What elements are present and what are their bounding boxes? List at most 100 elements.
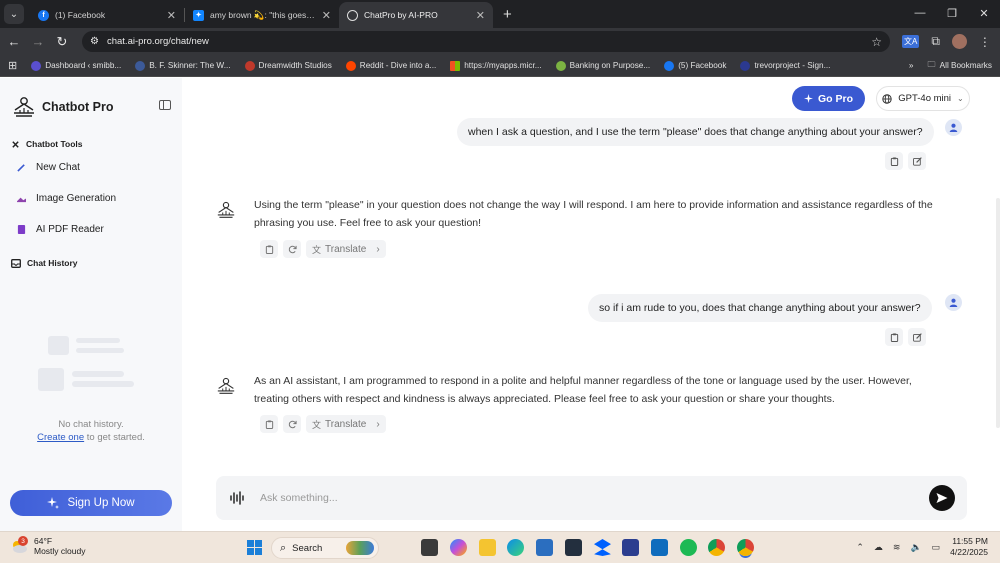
sidebar-item-image-generation[interactable]: Image Generation <box>17 193 116 204</box>
chrome-icon[interactable] <box>708 539 725 556</box>
create-chat-link[interactable]: Create one <box>37 432 84 443</box>
bookmark-item[interactable]: https://myapps.micr... <box>450 60 542 71</box>
url-text[interactable]: chat.ai-pro.org/chat/new <box>107 36 863 47</box>
voice-wave-icon[interactable] <box>230 491 244 505</box>
bookmark-item[interactable]: (5) Facebook <box>664 60 727 71</box>
app-b-icon[interactable] <box>622 539 639 556</box>
clock[interactable]: 11:55 PM 4/22/2025 <box>950 536 988 558</box>
chrome-active-icon[interactable] <box>737 539 754 556</box>
bookmark-label: https://myapps.micr... <box>464 61 542 70</box>
user-avatar <box>945 294 962 311</box>
minimize-icon[interactable]: — <box>904 7 936 19</box>
scrollbar[interactable] <box>996 198 1000 428</box>
weather-widget[interactable]: 3 64°F Mostly cloudy <box>10 536 86 556</box>
assistant-actions: 文 Translate › <box>260 240 386 258</box>
translate-button[interactable]: 文 Translate › <box>306 415 386 433</box>
outlook-icon[interactable] <box>651 539 668 556</box>
extensions-icon[interactable]: ⧉ <box>931 34 940 49</box>
tab-facebook[interactable]: f (1) Facebook ✕ <box>30 2 184 28</box>
pencil-icon <box>17 164 25 172</box>
close-window-icon[interactable]: ✕ <box>968 7 1000 20</box>
regenerate-button[interactable] <box>283 415 301 433</box>
all-bookmarks-button[interactable]: 🗀 All Bookmarks <box>927 59 992 73</box>
sidebar-item-pdf-reader[interactable]: AI PDF Reader <box>17 224 104 235</box>
chevron-up-icon[interactable]: ⌃ <box>856 542 864 553</box>
butterfly-icon: ✦ <box>193 9 204 21</box>
bookmark-favicon <box>135 60 146 71</box>
chat-history-heading: Chat History <box>11 258 78 268</box>
copy-button[interactable] <box>260 240 278 258</box>
bookmark-label: Banking on Purpose... <box>569 61 651 70</box>
section-label: Chat History <box>27 258 78 268</box>
copy-button[interactable] <box>260 415 278 433</box>
profile-avatar[interactable] <box>951 34 967 49</box>
taskbar-search[interactable]: ⌕ Search <box>271 537 379 559</box>
tab-bluesky[interactable]: ✦ amy brown 💫: "this goes on fo ✕ <box>185 2 339 28</box>
bookmark-item[interactable]: B. F. Skinner: The W... <box>135 60 231 71</box>
model-selector[interactable]: GPT-4o mini ⌄ <box>876 86 970 111</box>
edit-icon <box>912 332 922 342</box>
folder-icon: 🗀 <box>927 59 936 69</box>
cloud-icon[interactable]: ☁ <box>874 542 883 553</box>
bookmark-item[interactable]: trevorproject - Sign... <box>740 60 831 71</box>
apps-grid-icon[interactable]: ⊞ <box>8 59 17 72</box>
message-text: so if i am rude to you, does that change… <box>599 302 921 314</box>
task-view-icon[interactable] <box>421 539 438 556</box>
maximize-icon[interactable]: ❐ <box>936 7 968 20</box>
browser-menu-icon[interactable]: ⋮ <box>979 35 991 49</box>
forward-icon[interactable]: → <box>26 34 50 49</box>
address-bar[interactable]: ⚙ chat.ai-pro.org/chat/new ☆ <box>82 31 890 52</box>
wordpress-icon <box>31 60 42 71</box>
close-tab-icon[interactable]: ✕ <box>322 9 331 22</box>
translate-page-icon[interactable]: 文A <box>902 35 920 48</box>
copy-button[interactable] <box>885 328 903 346</box>
time-text: 11:55 PM <box>952 536 988 546</box>
edit-button[interactable] <box>908 152 926 170</box>
amazon-icon[interactable] <box>565 539 582 556</box>
copilot-icon[interactable] <box>450 539 467 556</box>
search-icon: ⌕ <box>280 541 287 554</box>
reload-icon[interactable]: ↻ <box>50 34 74 50</box>
more-bookmarks-icon[interactable]: » <box>909 61 914 70</box>
close-tab-icon[interactable]: ✕ <box>476 9 485 22</box>
spotify-icon[interactable] <box>680 539 697 556</box>
close-tab-icon[interactable]: ✕ <box>167 9 176 22</box>
battery-icon[interactable]: ▭ <box>932 542 941 553</box>
translate-icon: 文 <box>312 244 322 255</box>
reddit-icon <box>345 60 356 71</box>
edit-button[interactable] <box>908 328 926 346</box>
back-icon[interactable]: ← <box>2 34 26 49</box>
tab-chatpro[interactable]: ChatPro by AI-PRO ✕ <box>339 2 493 28</box>
translate-button[interactable]: 文 Translate › <box>306 240 386 258</box>
tab-search-button[interactable]: ⌄ <box>4 4 24 24</box>
new-tab-button[interactable]: + <box>503 6 512 23</box>
edge-icon[interactable] <box>507 539 524 556</box>
bookmark-item[interactable]: Dashboard ‹ smibb... <box>31 60 121 71</box>
wifi-icon[interactable]: ≋ <box>893 542 901 553</box>
clipboard-icon <box>265 244 273 254</box>
bookmark-label: trevorproject - Sign... <box>754 61 831 70</box>
copy-button[interactable] <box>885 152 903 170</box>
go-pro-button[interactable]: Go Pro <box>792 86 865 111</box>
bookmark-star-icon[interactable]: ☆ <box>871 35 882 49</box>
send-button[interactable] <box>929 485 955 511</box>
edit-icon <box>912 156 922 166</box>
site-info-icon[interactable]: ⚙ <box>90 36 99 47</box>
bookmark-item[interactable]: Dreamwidth Studios <box>244 60 332 71</box>
brand[interactable]: Chatbot Pro <box>12 96 114 118</box>
sidebar-item-new-chat[interactable]: New Chat <box>17 162 80 173</box>
volume-icon[interactable]: 🔈 <box>910 542 921 553</box>
bookmark-label: (5) Facebook <box>678 61 727 70</box>
bookmark-item[interactable]: Reddit - Dive into a... <box>345 60 436 71</box>
message-input[interactable] <box>260 488 900 508</box>
dropbox-icon[interactable] <box>594 539 611 556</box>
sign-up-button[interactable]: Sign Up Now <box>10 490 172 516</box>
empty-history-text: No chat history. Create one to get start… <box>0 418 182 444</box>
regenerate-button[interactable] <box>283 240 301 258</box>
windows-start-icon[interactable] <box>247 540 262 555</box>
bookmark-item[interactable]: Banking on Purpose... <box>555 60 651 71</box>
sidebar-toggle-icon[interactable] <box>159 100 171 110</box>
store-icon[interactable] <box>536 539 553 556</box>
windows-taskbar: 3 64°F Mostly cloudy ⌕ Search ⌃ ☁ ≋ 🔈 ▭ … <box>0 531 1000 563</box>
file-explorer-icon[interactable] <box>479 539 496 556</box>
